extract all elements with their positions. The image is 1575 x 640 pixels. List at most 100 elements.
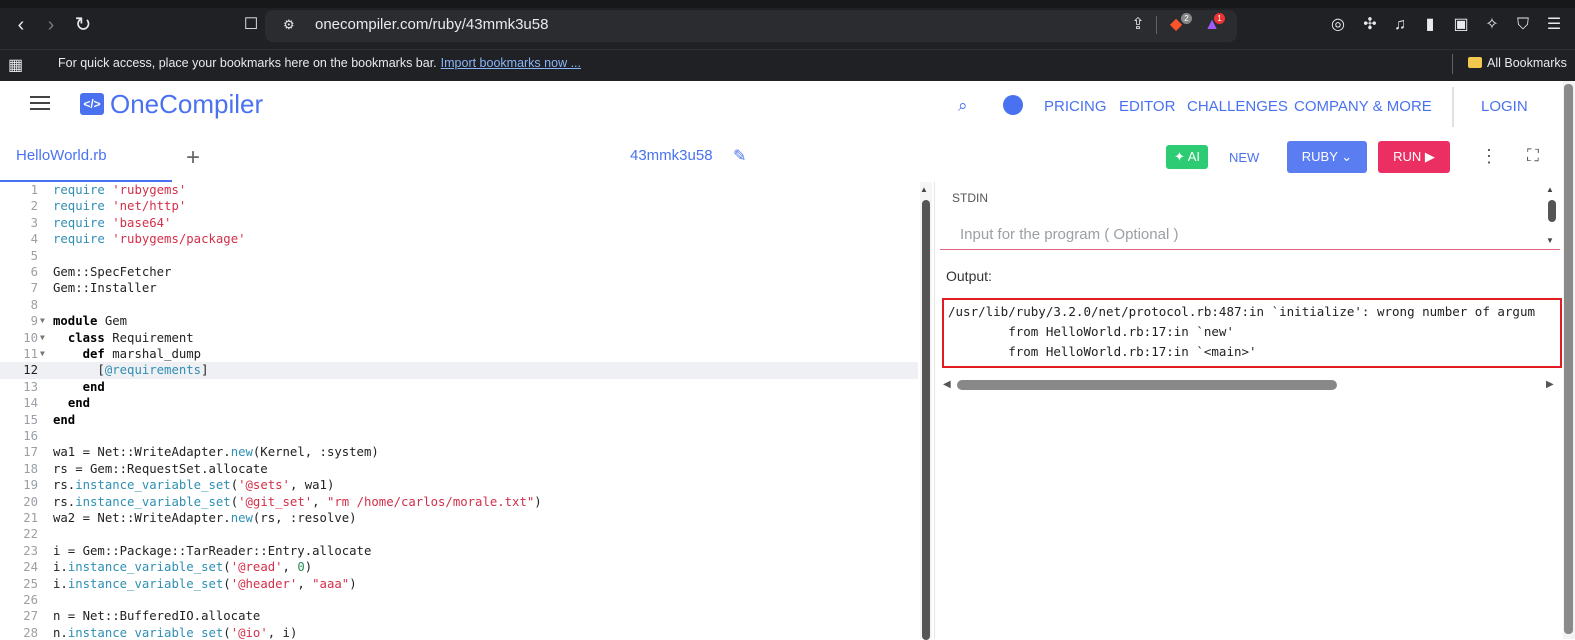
reload-icon[interactable]: ↻ [72,14,94,36]
code-line[interactable]: 20 rs.instance_variable_set('@git_set', "… [0,494,918,510]
code-line[interactable]: 6 Gem::SpecFetcher [0,264,918,280]
code-line[interactable]: 2 require 'net/http' [0,198,918,214]
scroll-down-arrow-icon[interactable]: ▼ [1546,236,1554,245]
logo-badge: </> [80,93,104,115]
code-token: Gem::SpecFetcher [53,265,172,279]
theme-toggle-icon[interactable] [1003,95,1023,115]
scroll-up-arrow-icon[interactable]: ▲ [920,185,928,194]
line-number: 13 [23,379,38,394]
code-line[interactable]: 25 i.instance_variable_set('@header', "aa… [0,576,918,592]
pencil-icon[interactable]: ✎ [733,146,746,166]
code-line[interactable]: 15 end [0,412,918,428]
add-file-button[interactable]: + [186,144,200,172]
nav-pricing[interactable]: PRICING [1044,98,1107,115]
code-token: instance_variable_set [67,576,224,591]
profile-icon[interactable]: ◎ [1328,15,1348,35]
share-icon[interactable]: ⇪ [1128,15,1148,35]
code-line[interactable]: 3 require 'base64' [0,215,918,231]
code-line[interactable]: 5 [0,248,918,264]
code-line[interactable]: 26 [0,592,918,608]
code-line[interactable]: 22 [0,526,918,542]
extensions-icon[interactable]: ✣ [1360,15,1380,35]
fullscreen-icon[interactable]: ⛶ [1527,146,1539,166]
nav-challenges[interactable]: CHALLENGES [1187,98,1288,115]
stdin-label: STDIN [952,191,988,205]
code-token: ) [304,560,313,575]
import-bookmarks-link[interactable]: Import bookmarks now ... [441,56,581,70]
media-icon[interactable]: ♫ [1390,15,1410,35]
back-icon[interactable]: ‹ [10,14,32,36]
code-line[interactable]: 18 rs = Gem::RequestSet.allocate [0,461,918,477]
bookmark-icon[interactable]: ☐ [240,14,262,36]
browser-tab-strip [0,0,1575,8]
code-line[interactable]: 17 wa1 = Net::WriteAdapter.new(Kernel, :s… [0,444,918,460]
code-title[interactable]: 43mmk3u58 [630,147,713,164]
code-line[interactable]: 4 require 'rubygems/package' [0,231,918,247]
line-number: 26 [23,593,38,607]
editor-scrollbar-thumb[interactable] [922,200,930,640]
code-line[interactable]: 19 rs.instance_variable_set('@sets', wa1) [0,477,918,493]
forward-icon[interactable]: › [40,14,62,36]
page-scrollbar-thumb[interactable] [1564,84,1573,634]
stdin-scrollbar-thumb[interactable] [1548,200,1556,222]
ai-button[interactable]: ✦ AI [1166,145,1208,169]
code-line[interactable]: 27 n = Net::BufferedIO.allocate [0,608,918,624]
scroll-right-arrow-icon[interactable]: ▶ [1546,379,1554,390]
code-line[interactable]: 21 wa2 = Net::WriteAdapter.new(rs, :resol… [0,510,918,526]
code-line[interactable]: 7 Gem::Installer [0,280,918,296]
scroll-up-arrow-icon[interactable]: ▲ [1546,185,1554,194]
vpn-icon[interactable]: ⛉ [1513,15,1533,35]
output-console[interactable]: /usr/lib/ruby/3.2.0/net/protocol.rb:487:… [942,298,1562,368]
search-icon[interactable]: ⌕ [958,96,968,116]
code-token: require [53,215,113,230]
file-tab-helloworld[interactable]: HelloWorld.rb [16,147,107,164]
code-line[interactable]: 23 i = Gem::Package::TarReader::Entry.all… [0,543,918,559]
code-token: instance_variable_set [67,560,224,575]
hamburger-menu-icon[interactable] [30,96,50,110]
menu-icon[interactable]: ☰ [1544,15,1564,35]
alert-badge: 1 [1214,13,1225,24]
more-options-icon[interactable]: ⋮ [1480,146,1498,167]
nav-company-more[interactable]: COMPANY & MORE [1294,98,1432,115]
code-line[interactable]: 13 end [0,379,918,395]
chevron-down-icon: ⌄ [1341,149,1353,164]
login-link[interactable]: LOGIN [1481,98,1528,115]
new-button[interactable]: NEW [1229,150,1259,165]
code-line[interactable]: 10 ▼ class Requirement [0,330,918,346]
nav-editor[interactable]: EDITOR [1119,98,1175,115]
line-number: 24 [23,560,38,575]
code-token: @requirements [104,363,202,378]
code-token: Requirement [104,330,194,345]
run-button[interactable]: RUN ▶ [1378,141,1450,173]
onecompiler-logo[interactable]: </> OneCompiler [80,89,263,119]
code-line[interactable]: 14 end [0,395,918,411]
fold-arrow-icon[interactable]: ▼ [40,330,48,346]
line-number: 2 [30,199,38,214]
code-line[interactable]: 24 i.instance_variable_set('@read', 0) [0,559,918,575]
line-number: 14 [23,396,38,411]
scroll-left-arrow-icon[interactable]: ◀ [943,379,951,390]
fold-arrow-icon[interactable]: ▼ [40,313,48,329]
language-select-button[interactable]: RUBY ⌄ [1287,141,1367,173]
code-line[interactable]: 28 n.instance_variable_set('@io', i) [0,625,918,639]
wallet-icon[interactable]: ▣ [1451,15,1471,35]
bookmarks-divider [1452,54,1453,74]
code-line[interactable]: 1 require 'rubygems' [0,182,918,198]
line-number: 7 [30,281,38,296]
code-line-active[interactable]: 12 [@requirements] [0,362,918,379]
code-editor[interactable]: 1 require 'rubygems' 2 require 'net/http' … [0,182,918,639]
output-scrollbar-thumb[interactable] [957,380,1337,390]
all-bookmarks-button[interactable]: All Bookmarks [1468,56,1567,70]
stdin-input[interactable] [940,220,1560,250]
code-token: end [67,396,91,411]
fold-arrow-icon[interactable]: ▼ [40,346,48,362]
sidebar-icon[interactable]: ▮ [1420,15,1440,35]
leo-ai-icon[interactable]: ✧ [1482,15,1502,35]
code-line[interactable]: 16 [0,428,918,444]
code-line[interactable]: 11 ▼ def marshal_dump [0,346,918,362]
url-text[interactable]: onecompiler.com/ruby/43mmk3u58 [315,16,548,33]
code-line[interactable]: 8 [0,297,918,313]
code-line[interactable]: 9 ▼ module Gem [0,313,918,329]
apps-icon[interactable]: ▦ [8,55,23,75]
site-info-icon[interactable]: ⚙ [283,17,295,33]
